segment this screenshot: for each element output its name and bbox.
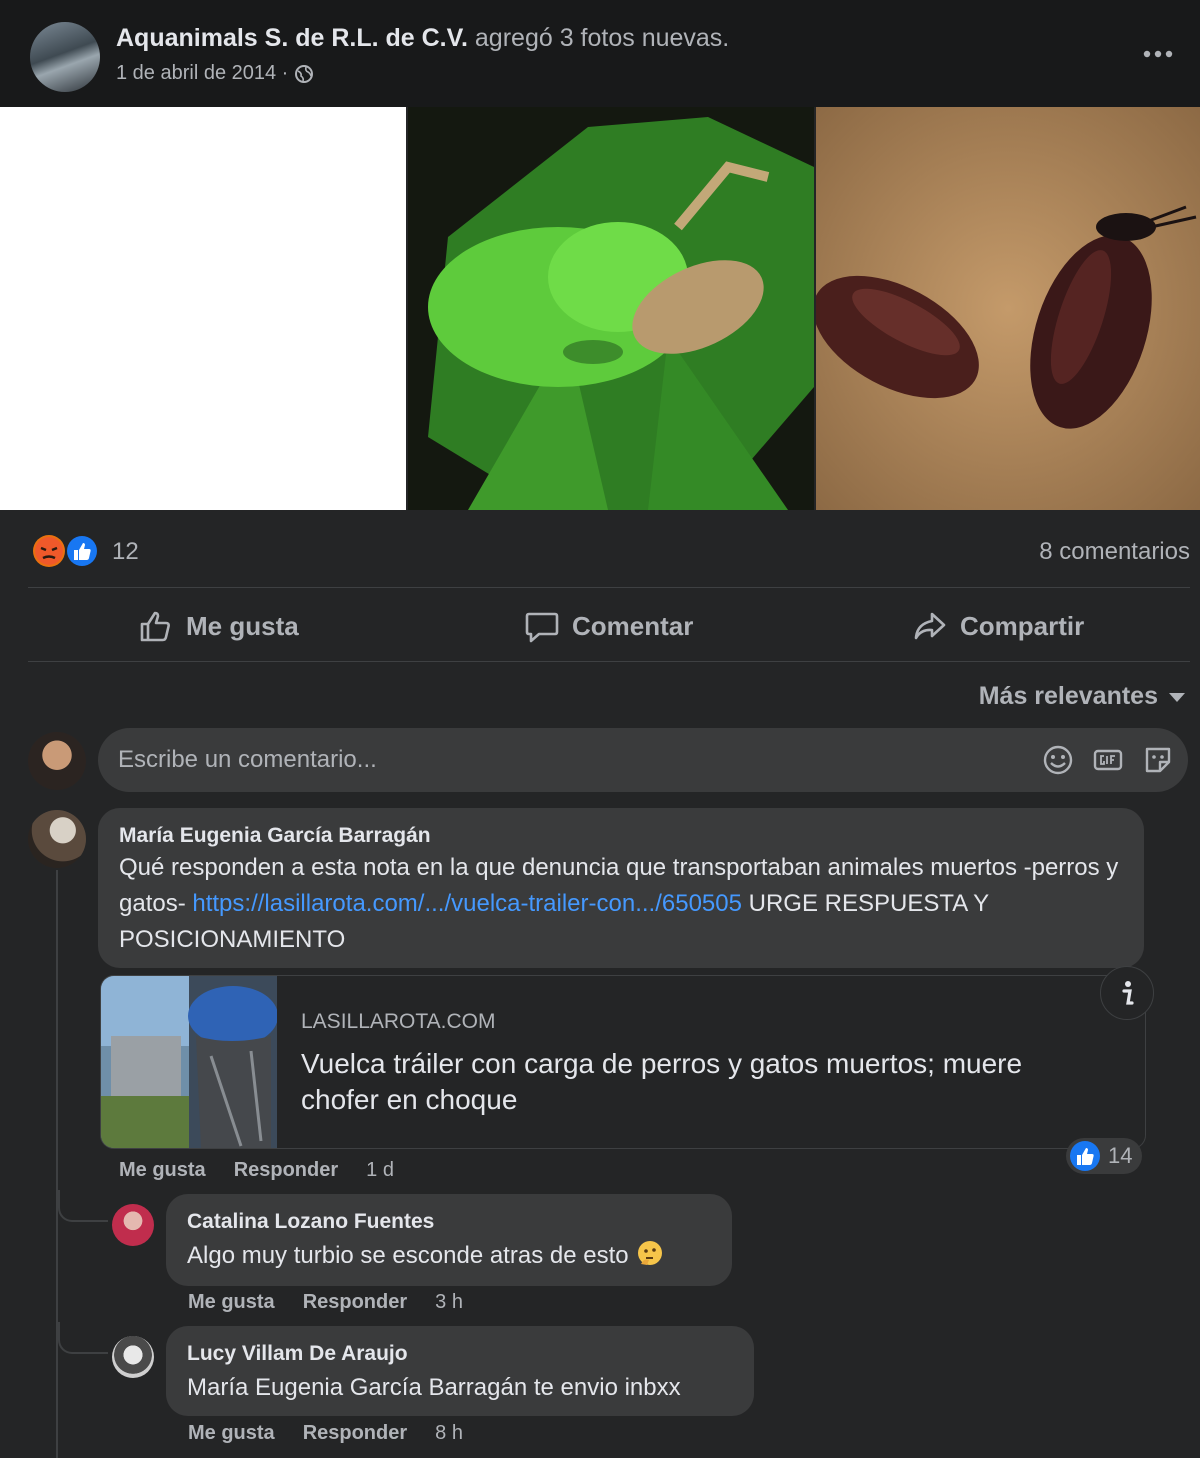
gif-icon[interactable] [1092, 744, 1124, 776]
post-header [0, 0, 1200, 107]
reply-avatar[interactable] [112, 1204, 154, 1246]
pupae-photo-image [816, 107, 1200, 510]
like-reaction-icon [1070, 1141, 1100, 1171]
reply-timestamp[interactable]: 8 h [435, 1422, 463, 1445]
comment-input[interactable]: Escribe un comentario... [118, 746, 377, 774]
link-preview-title: Vuelca tráiler con carga de perros y gat… [301, 1048, 1023, 1115]
reply-like-button[interactable]: Me gusta [188, 1422, 275, 1445]
post-action-text: agregó 3 fotos nuevas. [474, 24, 730, 52]
share-button[interactable]: Compartir [912, 600, 1084, 652]
page-name-link[interactable]: Aquanimals S. de R.L. de C.V. [116, 24, 468, 52]
comments-count[interactable]: 8 comentarios [1039, 538, 1190, 566]
link-info-button[interactable] [1100, 966, 1154, 1020]
reply-author[interactable]: Catalina Lozano Fuentes [187, 1210, 434, 1234]
reply-actions: Me gusta Responder 8 h [188, 1422, 463, 1445]
reply-bubble: Lucy Villam De Araujo María Eugenia Garc… [166, 1326, 754, 1416]
emoji-icon[interactable] [1042, 744, 1074, 776]
frog-photo-image [408, 107, 814, 510]
comment-link[interactable]: https://lasillarota.com/.../vuelca-trail… [192, 890, 742, 917]
reply-like-button[interactable]: Me gusta [188, 1291, 275, 1314]
comment-sort-dropdown[interactable]: Más relevantes [979, 682, 1186, 711]
reaction-count[interactable]: 12 [112, 538, 139, 566]
current-user-avatar[interactable] [28, 732, 86, 790]
comment-reaction-count: 14 [1108, 1143, 1133, 1168]
reply-text: María Eugenia García Barragán te envio i… [187, 1374, 681, 1401]
share-arrow-icon [914, 612, 946, 640]
like-button-label: Me gusta [186, 610, 299, 641]
like-reaction-icon [65, 534, 99, 568]
reply-author[interactable]: Lucy Villam De Araujo [187, 1342, 408, 1366]
thumbs-up-icon [140, 611, 170, 642]
reply-actions: Me gusta Responder 3 h [188, 1291, 463, 1314]
comment-timestamp[interactable]: 1 d [366, 1159, 394, 1182]
link-preview-card[interactable]: LASILLAROTA.COM Vuelca tráiler con carga… [100, 975, 1146, 1149]
reply-text: Algo muy turbio se esconde atras de esto [187, 1242, 629, 1269]
thread-line [56, 870, 58, 1458]
page-avatar[interactable] [30, 22, 100, 92]
link-preview-thumbnail [101, 976, 277, 1148]
reply-text-line: Algo muy turbio se esconde atras de esto [187, 1238, 665, 1274]
like-button[interactable]: Me gusta [138, 600, 299, 652]
globe-icon [295, 64, 314, 83]
info-icon [1122, 981, 1134, 1005]
reply-timestamp[interactable]: 3 h [435, 1291, 463, 1314]
post-date-row: 1 de abril de 2014 · [116, 62, 314, 85]
post-photo-2[interactable] [408, 107, 814, 510]
more-icon [1143, 50, 1173, 58]
post-author-line: Aquanimals S. de R.L. de C.V. agregó 3 f… [116, 24, 729, 53]
reply-bubble: Catalina Lozano Fuentes Algo muy turbio … [166, 1194, 732, 1286]
reply-reply-button[interactable]: Responder [303, 1422, 407, 1445]
comment-bubble: María Eugenia García Barragán Qué respon… [98, 808, 1144, 968]
reply-connector [58, 1190, 108, 1222]
post-photo-1[interactable] [0, 107, 406, 510]
comment-button-label: Comentar [572, 610, 694, 641]
reactions-summary[interactable] [32, 534, 100, 568]
caret-down-icon [1169, 692, 1185, 702]
divider [28, 587, 1190, 588]
divider [28, 661, 1190, 662]
sort-label: Más relevantes [978, 682, 1158, 710]
reply-connector [58, 1322, 108, 1354]
more-options-button[interactable] [1138, 34, 1178, 74]
comment-reply-button[interactable]: Responder [234, 1159, 338, 1182]
comment-button[interactable]: Comentar [524, 600, 693, 652]
comment-like-button[interactable]: Me gusta [119, 1159, 206, 1182]
reply-reply-button[interactable]: Responder [303, 1291, 407, 1314]
reply-avatar[interactable] [112, 1336, 154, 1378]
post-photo-3[interactable] [816, 107, 1200, 510]
comment-composer[interactable]: Escribe un comentario... [98, 728, 1188, 792]
sticker-icon[interactable] [1142, 744, 1174, 776]
comment-actions: Me gusta Responder 1 d [119, 1159, 394, 1182]
post-date[interactable]: 1 de abril de 2014 · [116, 62, 288, 85]
thinking-face-emoji-icon [638, 1241, 663, 1265]
comment-bubble-icon [525, 612, 559, 643]
comment-text: Qué responden a esta nota en la que denu… [119, 850, 1129, 958]
angry-reaction-icon [33, 535, 65, 567]
comment-avatar[interactable] [28, 810, 86, 868]
link-preview-domain: LASILLAROTA.COM [301, 1010, 496, 1033]
share-button-label: Compartir [960, 610, 1085, 641]
comment-author[interactable]: María Eugenia García Barragán [119, 824, 431, 848]
comment-reaction-badge[interactable]: 14 [1066, 1138, 1142, 1174]
